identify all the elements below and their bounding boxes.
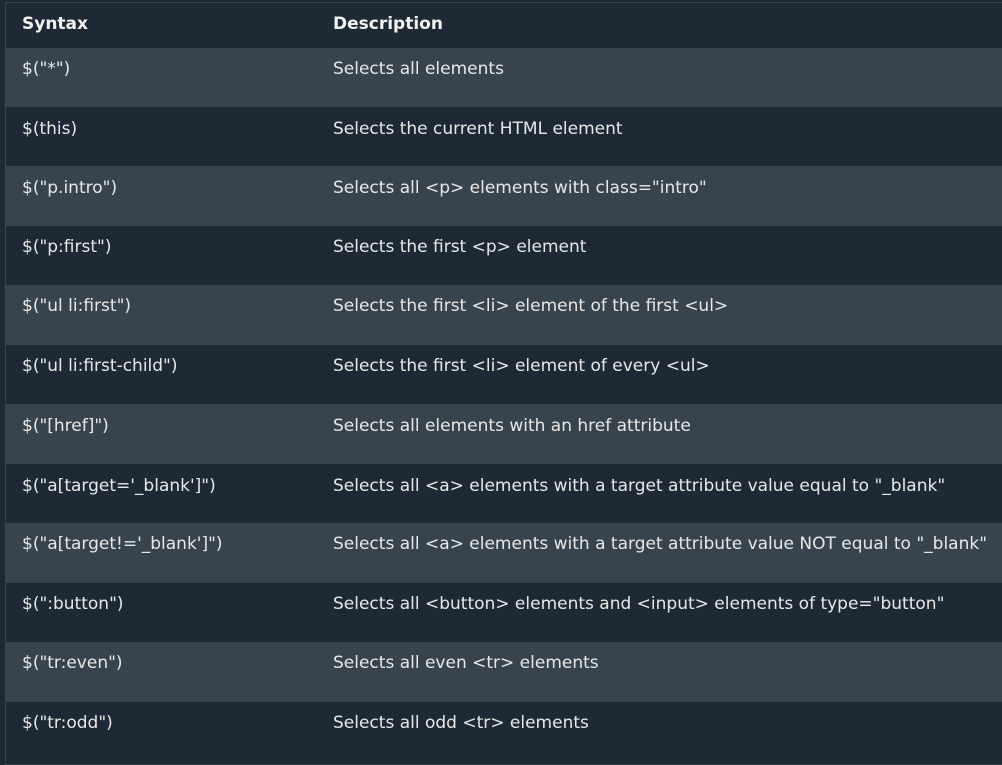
row-syntax: $("p.intro") [22,178,118,198]
table-row: $("*") Selects all elements [6,48,1002,107]
table-header-row: Syntax Description [6,3,1002,48]
table-row: $(":button") Selects all <button> elemen… [6,583,1002,642]
row-description: Selects all elements [333,59,504,79]
row-syntax: $("p:first") [22,237,112,257]
row-syntax: $("tr:odd") [22,713,113,733]
row-description: Selects the first <li> element of the fi… [333,296,729,316]
row-description: Selects all <button> elements and <input… [333,594,945,614]
row-description: Selects all <p> elements with class="int… [333,178,707,198]
row-syntax: $("ul li:first") [22,296,132,316]
row-syntax: $("tr:even") [22,653,123,673]
row-description: Selects the first <li> element of every … [333,356,710,376]
row-syntax: $("a[target='_blank']") [22,476,216,496]
row-description: Selects all elements with an href attrib… [333,416,691,436]
row-description: Selects all <a> elements with a target a… [333,534,988,554]
row-syntax: $(":button") [22,594,124,614]
row-syntax: $("*") [22,59,71,79]
table-row: $("ul li:first") Selects the first <li> … [6,285,1002,345]
table-row: $("a[target!='_blank']") Selects all <a>… [6,523,1002,583]
table-row: $("[href]") Selects all elements with an… [6,404,1002,464]
table-row: $("tr:even") Selects all even <tr> eleme… [6,642,1002,702]
row-description: Selects all odd <tr> elements [333,713,589,733]
row-syntax: $("ul li:first-child") [22,356,178,376]
table-row: $("ul li:first-child") Selects the first… [6,345,1002,404]
row-description: Selects the first <p> element [333,237,587,257]
row-syntax: $("[href]") [22,416,109,436]
header-description: Description [333,14,443,34]
header-syntax: Syntax [22,14,88,34]
table-row: $("p.intro") Selects all <p> elements wi… [6,166,1002,226]
row-syntax: $(this) [22,119,78,139]
table-row: $("tr:odd") Selects all odd <tr> element… [6,702,1002,764]
table-row: $(this) Selects the current HTML element [6,107,1002,166]
jquery-selectors-table: Syntax Description $("*") Selects all el… [5,2,1002,765]
table-row: $("p:first") Selects the first <p> eleme… [6,226,1002,285]
row-syntax: $("a[target!='_blank']") [22,534,223,554]
row-description: Selects all <a> elements with a target a… [333,476,946,496]
row-description: Selects all even <tr> elements [333,653,599,673]
row-description: Selects the current HTML element [333,119,623,139]
table-row: $("a[target='_blank']") Selects all <a> … [6,464,1002,523]
